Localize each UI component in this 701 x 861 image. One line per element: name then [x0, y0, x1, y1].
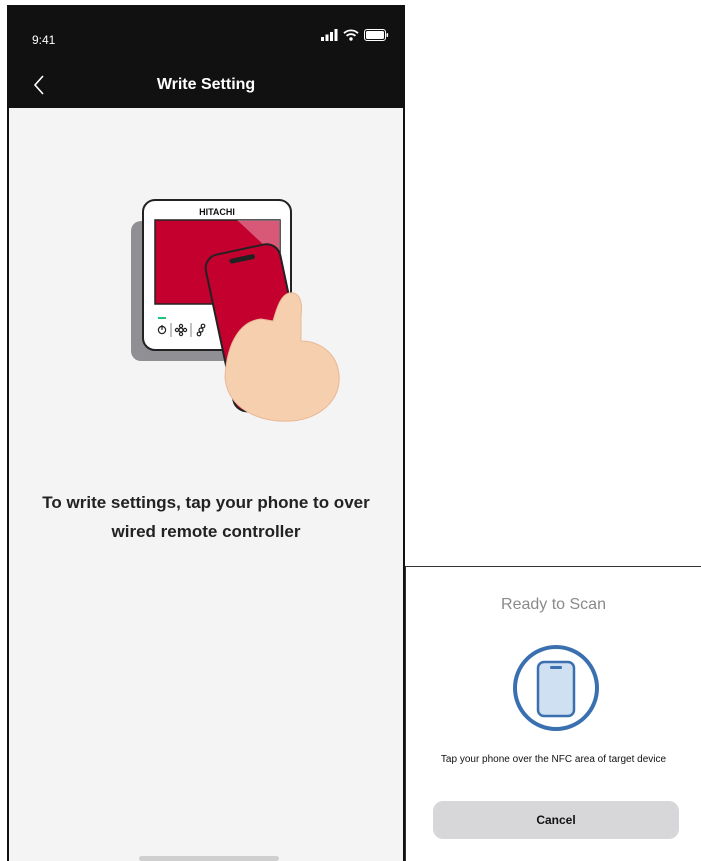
- status-time: 9:41: [32, 33, 56, 47]
- nfc-scan-icon: [513, 645, 599, 731]
- phone-screen: 9:41 Write Setting HITACHI To write sett…: [7, 5, 405, 861]
- top-bar: 9:41 Write Setting: [9, 5, 403, 108]
- sheet-title: Ready to Scan: [501, 596, 606, 613]
- status-icons: [320, 29, 389, 41]
- battery-icon: [364, 29, 389, 41]
- page-title: Write Setting: [156, 76, 256, 93]
- wifi-icon: [343, 29, 359, 41]
- cancel-button[interactable]: Cancel: [433, 801, 679, 839]
- brand-label: HITACHI: [199, 207, 235, 217]
- nfc-scan-sheet: Ready to Scan Tap your phone over the NF…: [405, 566, 701, 861]
- home-indicator[interactable]: [139, 856, 279, 861]
- instruction-text: To write settings, tap your phone to ove…: [42, 493, 370, 541]
- phone-tap-remote-illustration: HITACHI: [131, 199, 340, 422]
- signal-icon: [321, 29, 338, 41]
- sheet-message: Tap your phone over the NFC area of targ…: [440, 754, 667, 765]
